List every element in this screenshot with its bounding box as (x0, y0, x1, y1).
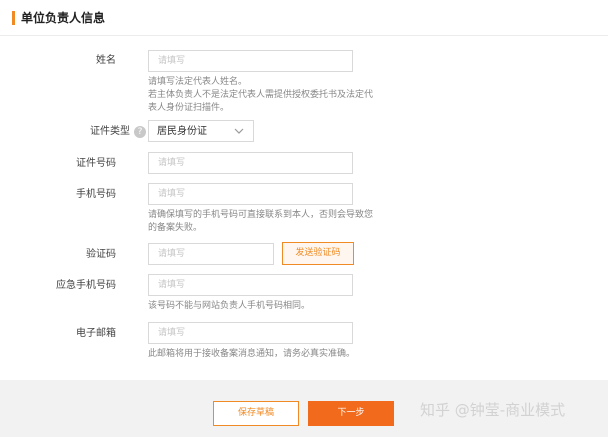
id-number-placeholder: 请填写 (158, 158, 186, 168)
save-draft-button[interactable]: 保存草稿 (213, 401, 299, 426)
mobile-placeholder: 请填写 (158, 189, 186, 199)
emergency-mobile-hint: 该号码不能与网站负责人手机号码相同。 (148, 301, 311, 311)
id-number-input[interactable]: 请填写 (148, 152, 353, 174)
section-header: 单位负责人信息 (0, 0, 608, 36)
section-accent-bar (12, 11, 15, 25)
id-type-value: 居民身份证 (157, 126, 207, 137)
chevron-down-icon (234, 128, 244, 134)
emergency-mobile-input[interactable]: 请填写 (148, 274, 353, 296)
section-title: 单位负责人信息 (21, 11, 106, 25)
verify-code-input[interactable]: 请填写 (148, 243, 274, 265)
email-placeholder: 请填写 (158, 328, 186, 338)
id-type-select[interactable]: 居民身份证 (148, 120, 254, 142)
emergency-mobile-label: 应急手机号码 (56, 280, 116, 291)
next-step-button[interactable]: 下一步 (308, 401, 394, 426)
mobile-hint-1: 请确保填写的手机号码可直接联系到本人，否则会导致您 (148, 210, 374, 220)
mobile-input[interactable]: 请填写 (148, 183, 353, 205)
name-label: 姓名 (96, 55, 116, 66)
mobile-hint-2: 的备案失败。 (148, 223, 203, 233)
email-input[interactable]: 请填写 (148, 322, 353, 344)
id-type-label: 证件类型 (90, 126, 130, 137)
watermark: 知乎 @钟莹-商业模式 (420, 401, 566, 419)
id-number-label: 证件号码 (76, 158, 116, 169)
form-card: 单位负责人信息 姓名 请填写 请填写法定代表人姓名。 若主体负责人不是法定代表人… (0, 0, 608, 380)
name-hint-1: 请填写法定代表人姓名。 (148, 77, 248, 87)
email-label: 电子邮箱 (76, 328, 116, 339)
verify-code-placeholder: 请填写 (158, 249, 186, 259)
name-input[interactable]: 请填写 (148, 50, 353, 72)
name-placeholder: 请填写 (158, 56, 186, 66)
verify-code-label: 验证码 (86, 249, 116, 260)
email-hint: 此邮箱将用于接收备案消息通知，请务必真实准确。 (148, 349, 356, 359)
question-circle-icon[interactable]: ? (134, 126, 146, 138)
mobile-label: 手机号码 (76, 189, 116, 200)
emergency-mobile-placeholder: 请填写 (158, 280, 186, 290)
name-hint-2: 若主体负责人不是法定代表人需提供授权委托书及法定代 (148, 90, 374, 100)
name-hint-3: 表人身份证扫描件。 (148, 103, 230, 113)
send-code-button[interactable]: 发送验证码 (282, 242, 354, 265)
